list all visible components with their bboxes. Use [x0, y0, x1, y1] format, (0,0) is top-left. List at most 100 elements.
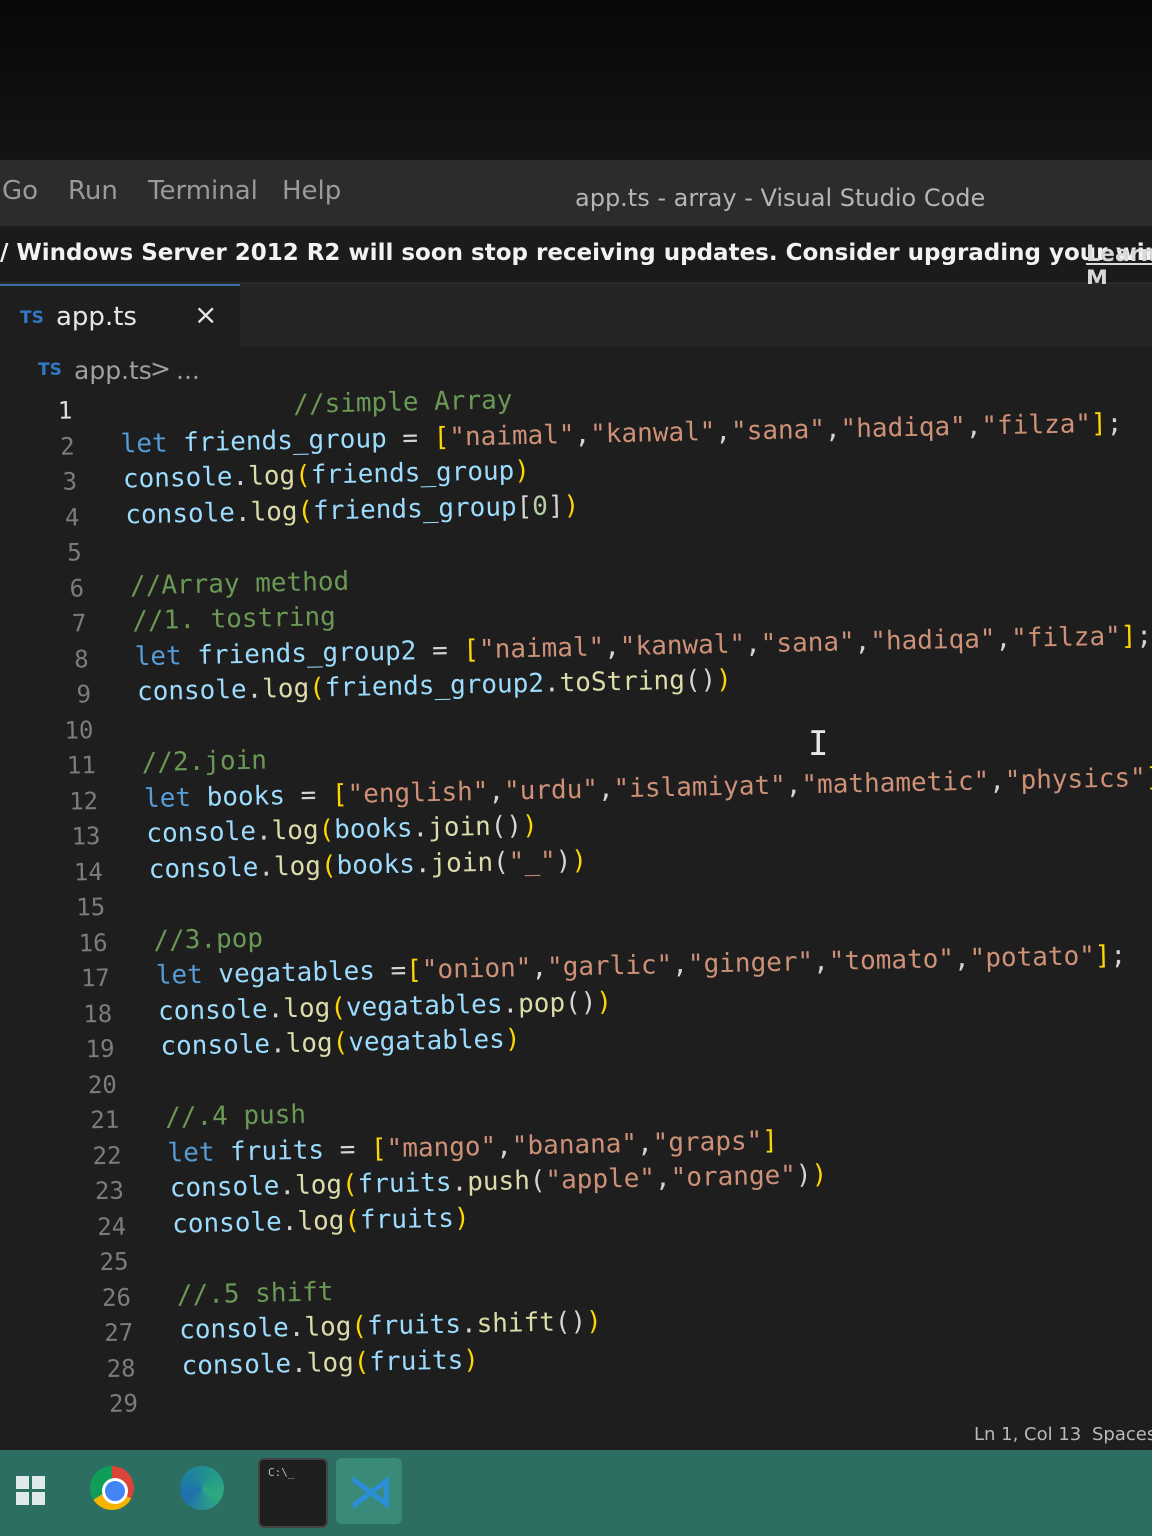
code-token: vegatables — [345, 989, 503, 1023]
code-token: "kanwal" — [589, 416, 716, 450]
code-line[interactable]: 22 let fruits = ["mango","banana","graps"… — [71, 1125, 778, 1174]
code-token: [ — [331, 779, 348, 810]
code-line[interactable]: 3 console.log(friends_group) — [27, 456, 530, 500]
code-line[interactable]: 13 console.log(books.join()) — [50, 811, 538, 855]
code-token: . — [269, 1029, 286, 1060]
close-icon[interactable]: × — [194, 298, 217, 331]
line-number: 4 — [64, 502, 80, 532]
code-text[interactable]: //2.join — [141, 745, 267, 778]
code-line[interactable]: 1 //simple Array — [22, 385, 513, 430]
line-number: 6 — [69, 573, 85, 603]
code-line[interactable]: 9 console.log(friends_group2.toString()) — [41, 665, 732, 713]
code-token: books — [336, 848, 416, 881]
code-token: ) — [555, 845, 572, 876]
code-line[interactable]: 25 — [78, 1247, 128, 1281]
start-icon[interactable] — [2, 1458, 68, 1524]
line-number: 1 — [57, 396, 73, 425]
code-line[interactable]: 18 console.log(vegatables.pop()) — [62, 987, 612, 1032]
menu-go[interactable]: Go — [2, 176, 38, 206]
code-line[interactable]: 19 console.log(vegatables) — [64, 1024, 520, 1068]
code-token: ] — [547, 490, 564, 522]
code-line[interactable]: 6 //Array method — [34, 566, 349, 607]
edge-icon[interactable] — [170, 1458, 236, 1524]
code-line[interactable]: 23 console.log(fruits.push("apple","orang… — [74, 1160, 828, 1210]
line-number: 16 — [78, 928, 108, 957]
code-text[interactable]: console.log(books.join("_")) — [148, 845, 587, 884]
line-number: 15 — [75, 892, 106, 922]
code-token: , — [671, 949, 689, 981]
code-text[interactable]: console.log(fruits) — [181, 1345, 479, 1381]
code-line[interactable]: 17 let vegatables =["onion","garlic","gin… — [59, 941, 1127, 997]
code-text[interactable]: console.log(friends_group[0]) — [125, 490, 580, 530]
code-text[interactable]: console.log(fruits.shift()) — [179, 1307, 602, 1346]
code-text[interactable]: console.log(friends_group) — [123, 456, 531, 495]
menu-help[interactable]: Help — [282, 176, 341, 206]
code-token: "kanwal" — [619, 628, 746, 662]
code-text[interactable]: //1. tostring — [132, 602, 336, 636]
menu-run[interactable]: Run — [68, 176, 118, 206]
code-token: , — [488, 776, 505, 807]
code-token: "potato" — [969, 941, 1096, 974]
code-token: [ — [463, 634, 480, 665]
code-line[interactable]: 15 — [55, 892, 105, 926]
code-line[interactable]: 21 //.4 push — [69, 1100, 306, 1139]
code-line[interactable]: 7 //1. tostring — [36, 602, 336, 642]
line-number: 7 — [71, 609, 87, 638]
code-text[interactable]: //simple Array — [293, 385, 513, 420]
code-line[interactable]: 8 let friends_group2 = ["naimal","kanwal"… — [38, 620, 1152, 678]
code-token: [ — [405, 955, 423, 986]
code-token: ( — [329, 992, 347, 1023]
code-token: ] — [1120, 620, 1137, 652]
code-text[interactable]: let vegatables =["onion","garlic","ginge… — [155, 941, 1126, 991]
breadcrumb-file[interactable]: app.ts — [74, 356, 152, 385]
code-line[interactable]: 11 //2.join — [45, 745, 268, 784]
code-token: //.5 shift — [176, 1276, 334, 1310]
menu-terminal[interactable]: Terminal — [148, 176, 258, 206]
code-token: ) — [453, 1202, 470, 1234]
code-token: "banana" — [511, 1128, 638, 1161]
code-line[interactable]: 16 //3.pop — [57, 923, 263, 961]
code-token: . — [232, 461, 249, 493]
tab-app-ts[interactable]: TS app.ts × — [0, 284, 240, 348]
vscode-icon[interactable]: ⋊ — [336, 1458, 402, 1524]
code-token: friends_group2 — [324, 668, 545, 704]
code-text[interactable]: //3.pop — [153, 923, 263, 955]
code-text[interactable]: console.log(vegatables.pop()) — [158, 987, 613, 1027]
code-text[interactable]: let fruits = ["mango","banana","graps"] — [167, 1125, 778, 1168]
cursor-position[interactable]: Ln 1, Col 13 — [974, 1424, 1081, 1445]
code-line[interactable]: 26 //.5 shift — [81, 1277, 334, 1316]
code-line[interactable]: 12 let books = ["english","urdu","islamiy… — [48, 762, 1152, 820]
code-text[interactable]: //.4 push — [165, 1100, 306, 1133]
chrome-icon[interactable] — [82, 1458, 148, 1524]
code-text[interactable]: console.log(vegatables) — [160, 1024, 521, 1062]
code-line[interactable]: 10 — [43, 715, 93, 749]
code-token: ; — [1110, 940, 1127, 971]
code-line[interactable]: 14 console.log(books.join("_")) — [52, 845, 588, 891]
code-line[interactable]: 20 — [67, 1069, 117, 1103]
indentation-setting[interactable]: Spaces: — [1092, 1424, 1152, 1445]
code-token: () — [490, 811, 523, 842]
code-line[interactable]: 28 console.log(fruits) — [85, 1345, 479, 1387]
code-text[interactable]: console.log(fruits.push("apple","orange"… — [170, 1160, 828, 1204]
code-token: "naimal" — [448, 419, 575, 453]
line-number: 2 — [59, 431, 75, 461]
code-line[interactable]: 27 console.log(fruits.shift()) — [83, 1307, 602, 1351]
code-text[interactable]: let friends_group = ["naimal","kanwal","… — [120, 408, 1122, 459]
line-number: 22 — [92, 1141, 122, 1170]
code-text[interactable]: //.5 shift — [177, 1277, 334, 1310]
code-text[interactable]: //Array method — [130, 566, 350, 601]
code-text[interactable]: console.log(fruits) — [172, 1203, 470, 1239]
code-line[interactable]: 24 console.log(fruits) — [76, 1203, 470, 1245]
code-text[interactable]: console.log(books.join()) — [146, 811, 538, 849]
code-token: 0 — [531, 491, 549, 522]
breadcrumb-more[interactable]: ... — [176, 356, 200, 385]
code-line[interactable]: 5 — [31, 537, 82, 571]
code-text[interactable]: console.log(friends_group2.toString()) — [137, 665, 732, 707]
code-editor[interactable]: 1 //simple Array 2 let friends_group = ["na… — [0, 372, 1152, 1450]
code-text[interactable]: let books = ["english","urdu","islamiyat… — [144, 762, 1152, 813]
terminal-icon[interactable]: C:\_ — [258, 1458, 328, 1528]
code-line[interactable]: 4 console.log(friends_group[0]) — [29, 490, 580, 536]
code-token: "mango" — [386, 1131, 497, 1164]
code-line[interactable]: 2 let friends_group = ["naimal","kanwal",… — [24, 408, 1123, 465]
line-number: 5 — [66, 538, 82, 567]
